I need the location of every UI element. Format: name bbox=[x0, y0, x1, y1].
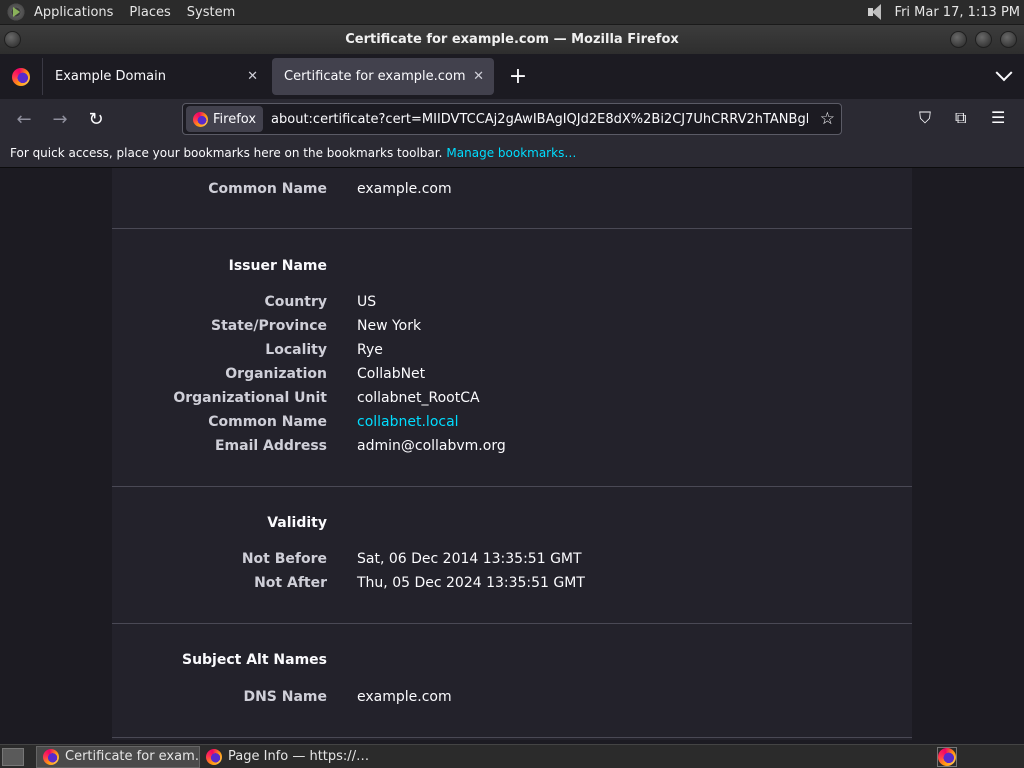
nav-bar: ← → ↻ Firefox about:certificate?cert=MII… bbox=[0, 99, 1024, 139]
field-value: example.com bbox=[357, 689, 452, 705]
section-title: Validity bbox=[267, 515, 327, 531]
url-bar[interactable]: Firefox about:certificate?cert=MIIDVTCCA… bbox=[182, 103, 842, 135]
field-value: New York bbox=[357, 318, 422, 334]
field-row: Not Before Sat, 06 Dec 2014 13:35:51 GMT bbox=[112, 551, 912, 575]
maximize-button[interactable] bbox=[975, 31, 992, 48]
firefox-icon bbox=[938, 748, 956, 766]
bookmarks-hint: For quick access, place your bookmarks h… bbox=[10, 146, 443, 160]
new-tab-button[interactable]: + bbox=[500, 59, 536, 95]
firefox-icon bbox=[43, 748, 59, 765]
identity-label: Firefox bbox=[213, 111, 257, 127]
firefox-icon bbox=[193, 111, 208, 127]
field-value: US bbox=[357, 294, 377, 310]
identity-box[interactable]: Firefox bbox=[186, 106, 264, 132]
field-value: collabnet_RootCA bbox=[357, 390, 480, 406]
field-row: Common Name collabnet.local bbox=[112, 414, 912, 438]
pocket-icon[interactable]: ⛉ bbox=[919, 108, 931, 128]
field-label: Locality bbox=[265, 342, 327, 358]
clock[interactable]: Fri Mar 17, 1:13 PM bbox=[895, 5, 1020, 20]
field-label: Common Name bbox=[208, 181, 327, 197]
bookmarks-toolbar: For quick access, place your bookmarks h… bbox=[0, 139, 1024, 168]
tab-label: Example Domain bbox=[55, 69, 166, 84]
system-menu[interactable]: System bbox=[179, 5, 243, 20]
field-label: Not Before bbox=[241, 551, 327, 567]
field-value: Thu, 05 Dec 2024 13:35:51 GMT bbox=[357, 575, 585, 591]
certificate-panel: Common Name example.com Issuer Name Coun… bbox=[112, 168, 912, 740]
panel-menus: Applications Places System bbox=[26, 0, 243, 25]
close-window-button[interactable] bbox=[1000, 31, 1017, 48]
taskbar-item-label: Page Info — https://… bbox=[228, 749, 370, 764]
taskbar-item-certificate[interactable]: Certificate for exam… bbox=[36, 745, 200, 768]
top-panel: Applications Places System Fri Mar 17, 1… bbox=[0, 0, 1024, 25]
field-label: Common Name bbox=[208, 414, 327, 430]
bookmark-star-icon[interactable]: ☆ bbox=[820, 109, 835, 129]
volume-icon[interactable] bbox=[867, 3, 885, 21]
show-desktop-icon[interactable] bbox=[2, 747, 24, 766]
field-label: DNS Name bbox=[243, 689, 327, 705]
firefox-view-button[interactable] bbox=[0, 54, 42, 99]
field-value: admin@collabvm.org bbox=[357, 438, 506, 454]
taskbar: Certificate for exam… Page Info — https:… bbox=[0, 744, 1024, 768]
tab-certificate[interactable]: Certificate for example.com ✕ bbox=[272, 58, 494, 95]
field-label: Organizational Unit bbox=[173, 390, 327, 406]
subject-section: Common Name example.com bbox=[112, 168, 912, 229]
field-label: Email Address bbox=[214, 438, 327, 454]
window-titlebar[interactable]: Certificate for example.com — Mozilla Fi… bbox=[0, 25, 1024, 54]
tab-example-domain[interactable]: Example Domain ✕ bbox=[42, 58, 268, 95]
list-all-tabs-chevron-icon[interactable] bbox=[995, 63, 1013, 81]
section-title: Issuer Name bbox=[228, 258, 327, 274]
page-content[interactable]: Common Name example.com Issuer Name Coun… bbox=[0, 168, 1024, 740]
taskbar-item-page-info[interactable]: Page Info — https://… bbox=[200, 746, 370, 768]
field-value: example.com bbox=[357, 181, 452, 197]
san-section: Subject Alt Names DNS Name example.com bbox=[112, 624, 912, 738]
firefox-icon bbox=[206, 748, 222, 765]
places-menu[interactable]: Places bbox=[121, 5, 178, 20]
field-row: State/Province New York bbox=[112, 318, 912, 342]
field-value: Sat, 06 Dec 2014 13:35:51 GMT bbox=[357, 551, 582, 567]
section-title: Subject Alt Names bbox=[181, 652, 327, 668]
field-row: Locality Rye bbox=[112, 342, 912, 366]
tab-strip: Example Domain ✕ Certificate for example… bbox=[0, 54, 1024, 99]
back-arrow-icon[interactable]: ← bbox=[6, 103, 42, 135]
forward-arrow-icon[interactable]: → bbox=[42, 103, 78, 135]
gnome-foot-icon[interactable] bbox=[6, 2, 26, 22]
tab-close-icon[interactable]: ✕ bbox=[473, 69, 484, 84]
taskbar-item-label: Certificate for exam… bbox=[65, 749, 200, 764]
field-row: Common Name example.com bbox=[112, 181, 912, 205]
field-label: Country bbox=[264, 294, 327, 310]
tab-close-icon[interactable]: ✕ bbox=[247, 69, 258, 84]
firefox-icon bbox=[12, 67, 30, 86]
workspace-switcher[interactable] bbox=[937, 747, 957, 767]
field-label: State/Province bbox=[211, 318, 327, 334]
field-row: DNS Name example.com bbox=[112, 689, 912, 713]
minimize-button[interactable] bbox=[950, 31, 967, 48]
manage-bookmarks-link[interactable]: Manage bookmarks… bbox=[446, 146, 576, 160]
issuer-common-name-link[interactable]: collabnet.local bbox=[357, 414, 459, 430]
field-row: Country US bbox=[112, 294, 912, 318]
applications-menu[interactable]: Applications bbox=[26, 5, 121, 20]
field-value: CollabNet bbox=[357, 366, 426, 382]
field-row: Organization CollabNet bbox=[112, 366, 912, 390]
window-title: Certificate for example.com — Mozilla Fi… bbox=[345, 32, 679, 47]
field-row: Organizational Unit collabnet_RootCA bbox=[112, 390, 912, 414]
hamburger-menu-icon[interactable]: ☰ bbox=[991, 108, 1005, 127]
extensions-icon[interactable]: ⧉ bbox=[955, 108, 966, 128]
field-label: Not After bbox=[254, 575, 327, 591]
field-value: Rye bbox=[357, 342, 383, 358]
field-label: Organization bbox=[225, 366, 327, 382]
reload-icon[interactable]: ↻ bbox=[78, 103, 114, 135]
field-row: Not After Thu, 05 Dec 2024 13:35:51 GMT bbox=[112, 575, 912, 599]
field-row: Email Address admin@collabvm.org bbox=[112, 438, 912, 462]
validity-section: Validity Not Before Sat, 06 Dec 2014 13:… bbox=[112, 487, 912, 624]
url-input[interactable]: about:certificate?cert=MIIDVTCCAj2gAwIBA… bbox=[271, 112, 808, 127]
tab-label: Certificate for example.com bbox=[284, 69, 466, 84]
window-menu-button[interactable] bbox=[4, 31, 21, 48]
issuer-section: Issuer Name Country US State/Province Ne… bbox=[112, 229, 912, 487]
